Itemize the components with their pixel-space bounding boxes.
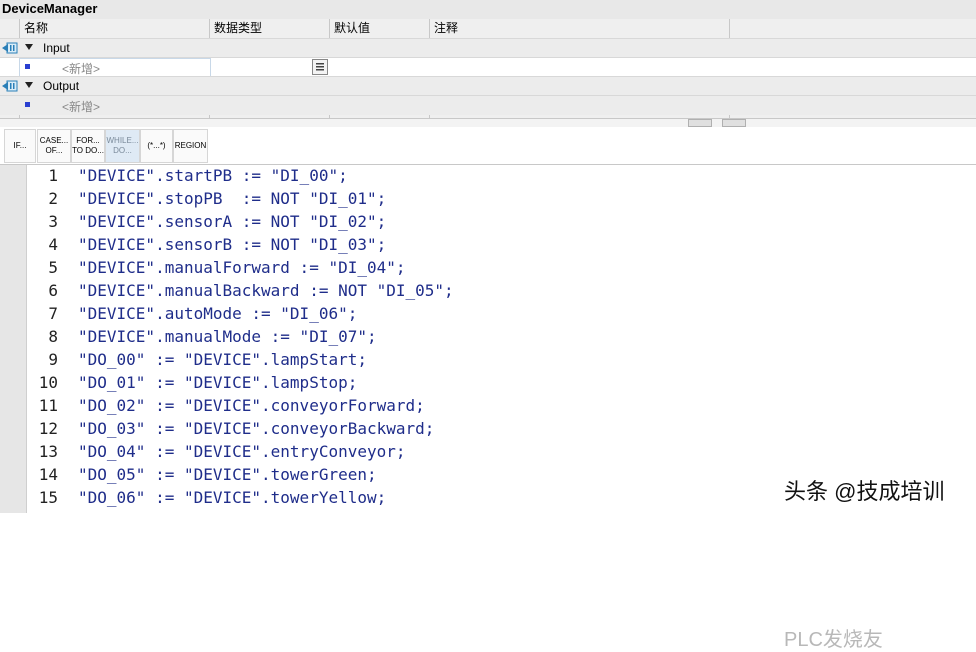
collapse-up-button[interactable] — [688, 119, 712, 132]
expand-triangle-icon[interactable] — [25, 44, 33, 50]
line-number: 5 — [48, 258, 58, 277]
if-button[interactable]: IF... — [4, 129, 36, 163]
header-comment[interactable]: 注释 — [434, 19, 458, 37]
code-line[interactable]: "DEVICE".sensorA := NOT "DI_02"; — [78, 212, 386, 231]
code-line[interactable]: "DO_04" := "DEVICE".entryConveyor; — [78, 442, 406, 461]
collapse-down-button[interactable] — [722, 119, 746, 132]
line-number: 14 — [38, 465, 58, 484]
code-line[interactable]: "DO_00" := "DEVICE".lampStart; — [78, 350, 367, 369]
window-title: DeviceManager — [2, 1, 98, 16]
header-datatype[interactable]: 数据类型 — [214, 19, 262, 37]
line-number: 3 — [48, 212, 58, 231]
row-bullet-icon — [25, 102, 30, 107]
for-button[interactable]: FOR... TO DO... — [71, 129, 105, 163]
credit-text: 头条 @技成培训 — [784, 479, 945, 504]
code-line[interactable]: "DO_01" := "DEVICE".lampStop; — [78, 373, 357, 392]
input-section-icon — [2, 42, 18, 54]
while-button[interactable]: WHILE... DO... — [105, 129, 140, 163]
code-line[interactable]: "DEVICE".manualMode := "DI_07"; — [78, 327, 377, 346]
section-label-input: Input — [43, 41, 70, 55]
header-name[interactable]: 名称 — [24, 19, 48, 37]
line-number: 9 — [48, 350, 58, 369]
title-bar: DeviceManager — [0, 0, 976, 20]
line-number: 7 — [48, 304, 58, 323]
line-number: 8 — [48, 327, 58, 346]
line-number: 4 — [48, 235, 58, 254]
line-number: 1 — [48, 166, 58, 185]
new-row-input[interactable]: <新增> — [0, 57, 976, 77]
line-number: 15 — [38, 488, 58, 507]
code-line[interactable]: "DEVICE".stopPB := NOT "DI_01"; — [78, 189, 386, 208]
instruction-toolbar: IF... CASE... OF... FOR... TO DO... WHIL… — [0, 127, 976, 165]
datatype-picker-button[interactable] — [312, 59, 328, 75]
line-number: 6 — [48, 281, 58, 300]
editor-gutter — [0, 165, 27, 513]
line-number: 13 — [38, 442, 58, 461]
code-line[interactable]: "DEVICE".startPB := "DI_00"; — [78, 166, 348, 185]
code-line[interactable]: "DEVICE".manualBackward := NOT "DI_05"; — [78, 281, 454, 300]
add-new-output-placeholder[interactable]: <新增> — [62, 98, 100, 115]
code-line[interactable]: "DO_02" := "DEVICE".conveyorForward; — [78, 396, 425, 415]
output-section-icon — [2, 80, 18, 92]
interface-table: 名称 数据类型 默认值 注释 Input <新增> Output <新增> — [0, 19, 976, 118]
line-number: 2 — [48, 189, 58, 208]
section-row-output[interactable]: Output — [0, 76, 976, 96]
line-number: 12 — [38, 419, 58, 438]
code-line[interactable]: "DEVICE".sensorB := NOT "DI_03"; — [78, 235, 386, 254]
code-line[interactable]: "DO_03" := "DEVICE".conveyorBackward; — [78, 419, 434, 438]
case-button[interactable]: CASE... OF... — [37, 129, 71, 163]
line-number: 11 — [38, 396, 58, 415]
code-line[interactable]: "DEVICE".autoMode := "DI_06"; — [78, 304, 357, 323]
line-number: 10 — [38, 373, 58, 392]
list-icon — [316, 63, 324, 71]
region-button[interactable]: REGION — [173, 129, 208, 163]
code-editor[interactable]: 1 "DEVICE".startPB := "DI_00"; 2 "DEVICE".s… — [0, 165, 976, 651]
watermark: PLC发烧友 — [784, 629, 883, 651]
header-default[interactable]: 默认值 — [334, 19, 370, 37]
code-line[interactable]: "DEVICE".manualForward := "DI_04"; — [78, 258, 406, 277]
code-line[interactable]: "DO_06" := "DEVICE".towerYellow; — [78, 488, 386, 507]
name-input-cell[interactable] — [19, 58, 211, 77]
new-row-output[interactable]: <新增> — [0, 95, 976, 115]
code-line[interactable]: "DO_05" := "DEVICE".towerGreen; — [78, 465, 377, 484]
expand-triangle-icon[interactable] — [25, 82, 33, 88]
section-label-output: Output — [43, 79, 80, 93]
section-row-input[interactable]: Input — [0, 38, 976, 58]
comment-button[interactable]: (*...*) — [140, 129, 173, 163]
